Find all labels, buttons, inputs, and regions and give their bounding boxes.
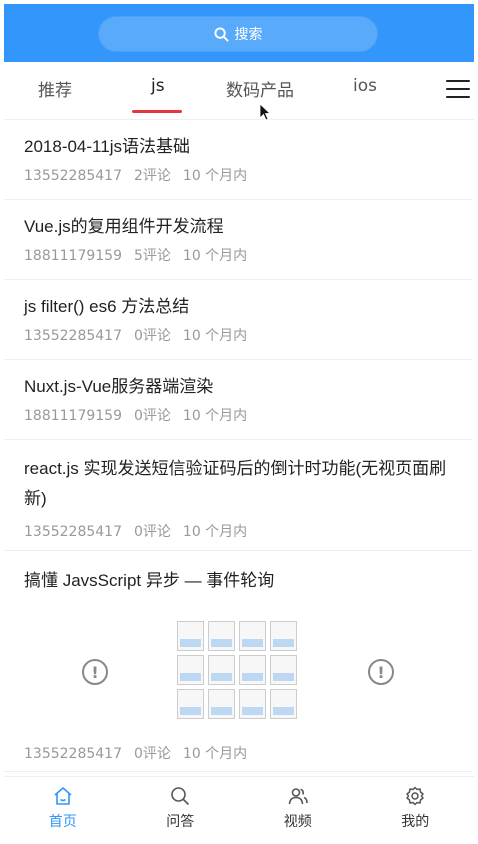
nav-mine-label: 我的: [401, 814, 430, 830]
article-meta: 13552285417 0评论 10 个月内: [24, 326, 452, 346]
article-meta: 13552285417 2评论 10 个月内: [24, 166, 452, 186]
article-meta: 13552285417 0评论 10 个月内: [24, 744, 452, 764]
article-time: 10 个月内: [182, 248, 248, 264]
article-comments: 2评论: [133, 168, 171, 184]
article-author: 13552285417: [24, 168, 122, 184]
nav-video[interactable]: 视频: [239, 777, 357, 838]
users-icon: [288, 788, 308, 805]
article-meta: 18811179159 0评论 10 个月内: [24, 406, 452, 426]
nav-video-label: 视频: [283, 814, 312, 830]
article-author: 13552285417: [24, 524, 122, 540]
article-time: 10 个月内: [182, 168, 248, 184]
article-author: 13552285417: [24, 328, 122, 344]
article-time: 10 个月内: [182, 408, 248, 424]
article-title: 2018-04-11js语法基础: [24, 137, 190, 156]
tab-recommend[interactable]: 推荐: [38, 76, 72, 101]
nav-home[interactable]: 首页: [4, 777, 122, 838]
article-time: 10 个月内: [182, 524, 248, 540]
nav-qa[interactable]: 问答: [122, 777, 240, 838]
nav-mine[interactable]: 我的: [357, 777, 475, 838]
nav-qa-label: 问答: [166, 814, 195, 830]
channel-tabs: 推荐 js 数码产品 ios: [4, 62, 474, 120]
article-images: ! !: [24, 604, 452, 740]
article-time: 10 个月内: [182, 328, 248, 344]
article-author: 18811179159: [24, 408, 122, 424]
article-author: 13552285417: [24, 746, 122, 762]
article-thumbnail: [177, 621, 299, 723]
tab-ios[interactable]: ios: [353, 76, 377, 96]
app-header: 搜索: [4, 4, 474, 62]
article-item[interactable]: Vue.js的复用组件开发流程 18811179159 5评论 10 个月内: [4, 200, 472, 280]
article-title: Nuxt.js-Vue服务器端渲染: [24, 377, 214, 396]
gear-icon: [406, 786, 424, 806]
search-button[interactable]: 搜索: [98, 16, 378, 52]
article-time: 10 个月内: [182, 746, 248, 762]
article-item[interactable]: react.js 实现发送短信验证码后的倒计时功能(无视页面刷新) 135522…: [4, 440, 472, 551]
article-meta: 18811179159 5评论 10 个月内: [24, 246, 452, 266]
article-comments: 0评论: [133, 328, 171, 344]
search-icon: [213, 26, 229, 42]
tab-digital-products[interactable]: 数码产品: [226, 76, 294, 101]
article-comments: 0评论: [133, 524, 171, 540]
article-meta: 13552285417 0评论 10 个月内: [24, 522, 452, 542]
article-title: 搞懂 JavsScript 异步 — 事件轮询: [24, 571, 275, 590]
menu-icon[interactable]: [446, 80, 470, 100]
search-label: 搜索: [234, 27, 263, 43]
article-item[interactable]: Nuxt.js-Vue服务器端渲染 18811179159 0评论 10 个月内: [4, 360, 472, 440]
nav-home-label: 首页: [48, 814, 77, 830]
active-tab-indicator: [132, 110, 182, 113]
article-author: 18811179159: [24, 248, 122, 264]
search-icon: [171, 787, 190, 805]
bottom-nav: 首页 问答 视频 我的: [4, 776, 474, 838]
broken-image-warning-icon: !: [82, 659, 108, 685]
article-item[interactable]: 搞懂 JavsScript 异步 — 事件轮询 ! ! 13552285417 …: [4, 551, 472, 772]
article-item[interactable]: 2018-04-11js语法基础 13552285417 2评论 10 个月内: [4, 120, 472, 200]
article-comments: 5评论: [133, 248, 171, 264]
article-title: react.js 实现发送短信验证码后的倒计时功能(无视页面刷新): [24, 459, 447, 508]
article-comments: 0评论: [133, 746, 171, 762]
article-comments: 0评论: [133, 408, 171, 424]
home-icon: [54, 787, 72, 805]
article-item[interactable]: js filter() es6 方法总结 13552285417 0评论 10 …: [4, 280, 472, 360]
tab-js[interactable]: js: [151, 76, 165, 96]
article-list: 2018-04-11js语法基础 13552285417 2评论 10 个月内 …: [4, 120, 472, 772]
broken-image-warning-icon: !: [368, 659, 394, 685]
article-title: js filter() es6 方法总结: [24, 297, 190, 316]
article-title: Vue.js的复用组件开发流程: [24, 217, 224, 236]
